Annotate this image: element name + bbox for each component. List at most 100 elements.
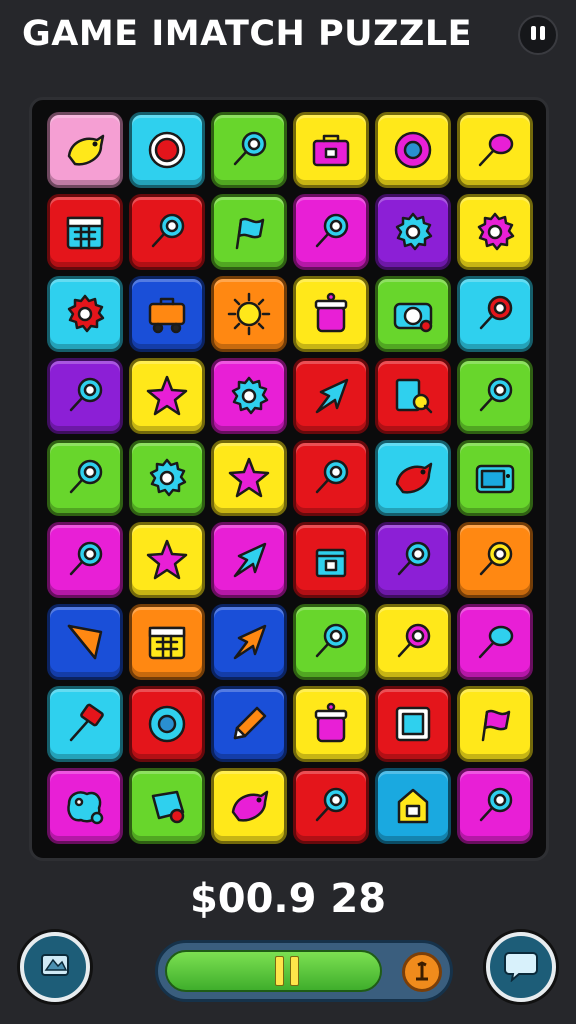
tile-yellow-balloon[interactable] xyxy=(457,112,533,188)
tile-yellow-gear[interactable] xyxy=(457,194,533,270)
tile-magenta-cheese[interactable] xyxy=(47,768,123,844)
tile-blue-pencil[interactable] xyxy=(211,686,287,762)
house-icon xyxy=(397,788,429,824)
chat-button[interactable] xyxy=(486,932,556,1002)
star-icon xyxy=(146,375,188,416)
tile-red-key[interactable] xyxy=(375,358,451,434)
tile-yellow-star[interactable] xyxy=(129,522,205,598)
tile-red-box[interactable] xyxy=(293,522,369,598)
pin-icon xyxy=(479,295,513,330)
tile-yellow-pin[interactable] xyxy=(375,604,451,680)
tile-green-bag[interactable] xyxy=(129,768,205,844)
tv-icon xyxy=(475,464,515,494)
map-icon xyxy=(38,948,72,987)
tile-blue-kite[interactable] xyxy=(47,604,123,680)
tile-magenta-pin[interactable] xyxy=(457,768,533,844)
kite-icon xyxy=(67,624,103,660)
tile-red-frame[interactable] xyxy=(375,686,451,762)
sun-icon xyxy=(227,292,271,336)
bird-icon xyxy=(67,134,105,166)
chat-icon xyxy=(503,948,539,987)
arrow-icon xyxy=(233,624,267,660)
tile-green-pin[interactable] xyxy=(293,604,369,680)
pin-icon xyxy=(233,131,267,166)
tile-yellow-star[interactable] xyxy=(129,358,205,434)
tile-yellow-bird[interactable] xyxy=(211,768,287,844)
tile-yellow-jar[interactable] xyxy=(293,276,369,352)
tile-magenta-balloon[interactable] xyxy=(457,604,533,680)
tile-red-ring[interactable] xyxy=(129,686,205,762)
calendar-icon xyxy=(66,216,104,250)
tile-magenta-gear[interactable] xyxy=(211,358,287,434)
tile-green-camera[interactable] xyxy=(375,276,451,352)
tile-magenta-arrow[interactable] xyxy=(211,522,287,598)
balloon-icon xyxy=(478,133,514,167)
pin-icon xyxy=(397,623,431,658)
calendar-icon xyxy=(148,626,186,660)
tile-red-arrow[interactable] xyxy=(293,358,369,434)
tile-green-tv[interactable] xyxy=(457,440,533,516)
gear-icon xyxy=(231,376,269,415)
tile-purple-pin[interactable] xyxy=(375,522,451,598)
tile-green-gear[interactable] xyxy=(129,440,205,516)
camera-icon xyxy=(393,302,433,333)
bird-icon xyxy=(395,462,433,494)
tile-cyan-target[interactable] xyxy=(129,112,205,188)
map-button[interactable] xyxy=(20,932,90,1002)
tile-cyan-hammer[interactable] xyxy=(47,686,123,762)
tile-green-pin[interactable] xyxy=(457,358,533,434)
pin-icon xyxy=(69,459,103,494)
tile-cyan-gear[interactable] xyxy=(47,276,123,352)
target-icon xyxy=(148,131,186,169)
ring-icon xyxy=(394,131,432,169)
flag-icon xyxy=(481,709,511,742)
gear-icon xyxy=(395,212,433,251)
pin-icon xyxy=(397,541,431,576)
coin-icon[interactable] xyxy=(402,952,442,992)
tile-yellow-flag[interactable] xyxy=(457,686,533,762)
pin-icon xyxy=(151,213,185,248)
tile-red-pin[interactable] xyxy=(129,194,205,270)
tile-green-pin[interactable] xyxy=(211,112,287,188)
tile-red-pin[interactable] xyxy=(293,768,369,844)
tile-purple-gear[interactable] xyxy=(375,194,451,270)
tile-purple-pin[interactable] xyxy=(47,358,123,434)
pencil-icon xyxy=(233,706,267,740)
key-icon xyxy=(395,378,433,414)
pause-icon[interactable] xyxy=(272,956,302,986)
tile-teal-house[interactable] xyxy=(375,768,451,844)
cart-icon xyxy=(148,297,186,334)
tile-blue-arrow[interactable] xyxy=(211,604,287,680)
tile-cyan-pin[interactable] xyxy=(457,276,533,352)
pin-icon xyxy=(315,623,349,658)
arrow-icon xyxy=(315,378,349,414)
tile-yellow-jar[interactable] xyxy=(293,686,369,762)
tile-yellow-ring[interactable] xyxy=(375,112,451,188)
tile-blue-cart[interactable] xyxy=(129,276,205,352)
tile-red-pin[interactable] xyxy=(293,440,369,516)
tile-yellow-star[interactable] xyxy=(211,440,287,516)
tile-orange-pin[interactable] xyxy=(457,522,533,598)
tile-magenta-pin[interactable] xyxy=(47,522,123,598)
tile-orange-calendar[interactable] xyxy=(129,604,205,680)
tile-pink-bird[interactable] xyxy=(47,112,123,188)
arrow-icon xyxy=(233,542,267,578)
progress-bar[interactable] xyxy=(155,940,453,1002)
tile-cyan-bird[interactable] xyxy=(375,440,451,516)
tile-green-flag[interactable] xyxy=(211,194,287,270)
tile-red-calendar[interactable] xyxy=(47,194,123,270)
tile-orange-sun[interactable] xyxy=(211,276,287,352)
tile-green-pin[interactable] xyxy=(47,440,123,516)
hammer-icon xyxy=(69,703,104,742)
pin-icon xyxy=(69,377,103,412)
tile-yellow-toolbox[interactable] xyxy=(293,112,369,188)
gear-icon xyxy=(67,294,105,333)
tile-magenta-pin[interactable] xyxy=(293,194,369,270)
pin-icon xyxy=(315,213,349,248)
pause-menu-button[interactable] xyxy=(518,15,558,55)
bag-icon xyxy=(151,790,185,824)
toolbox-icon xyxy=(312,134,350,167)
box-icon xyxy=(315,548,347,578)
score-display: $00.9 28 xyxy=(189,876,387,922)
gear-icon xyxy=(149,458,187,497)
